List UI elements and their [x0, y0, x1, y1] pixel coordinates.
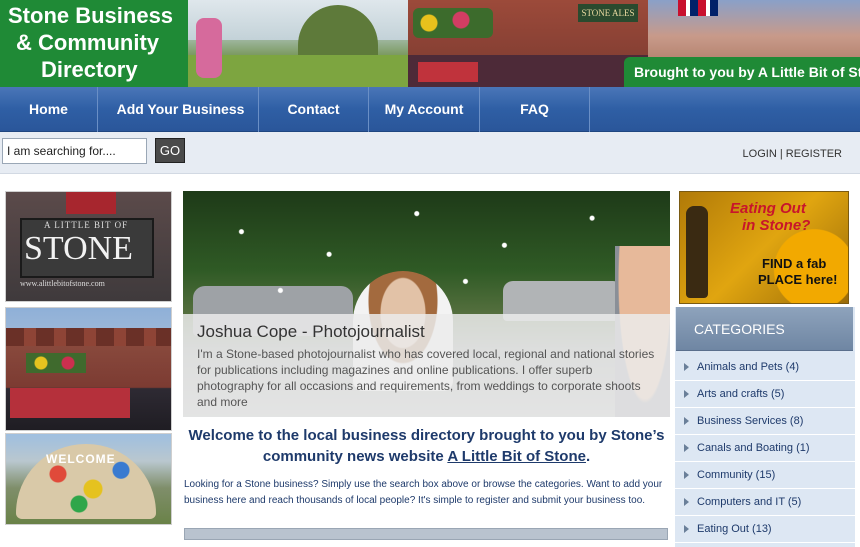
category-label: Animals and Pets (4)	[697, 361, 800, 373]
welcome-mosaic-image[interactable]: WELCOME	[5, 433, 172, 525]
ad-line-2: in Stone?	[742, 217, 811, 234]
nav-add-your-business[interactable]: Add Your Business	[103, 87, 259, 132]
category-label: Community (15)	[697, 469, 776, 481]
chevron-right-icon	[684, 417, 689, 425]
sign-url-text: www.alittlebitofstone.com	[20, 279, 105, 288]
banner-boat-panel	[418, 62, 478, 82]
eating-out-ad[interactable]: Eating Out in Stone? FIND a fab PLACE he…	[679, 191, 849, 304]
banner-tagline: Brought to you by A Little Bit of Stone	[624, 57, 860, 87]
category-item[interactable]: Arts and crafts (5)	[675, 381, 855, 408]
banner-flag	[678, 0, 718, 16]
chevron-right-icon	[684, 525, 689, 533]
logo-line-2: & Community	[16, 30, 159, 55]
banner-field	[188, 55, 418, 87]
welcome-body: Looking for a Stone business? Simply use…	[184, 479, 663, 506]
sign-red-panel	[66, 192, 116, 214]
category-item[interactable]: Computers and IT (5)	[675, 489, 855, 516]
categories-list: Animals and Pets (4) Arts and crafts (5)…	[675, 354, 855, 543]
search-input[interactable]	[2, 138, 147, 164]
banner-sign: STONE ALES	[578, 4, 638, 22]
building-roofline	[6, 328, 171, 346]
register-link[interactable]: REGISTER	[786, 148, 842, 160]
chevron-right-icon	[684, 498, 689, 506]
canal-buildings-image[interactable]	[5, 307, 172, 431]
content-panel-top	[184, 528, 668, 540]
site-header: Stone Business & Community Directory STO…	[0, 0, 860, 87]
logo-line-3: Directory	[41, 57, 138, 82]
categories-header: CATEGORIES	[676, 307, 853, 351]
chevron-right-icon	[684, 471, 689, 479]
site-logo[interactable]: Stone Business & Community Directory	[0, 0, 188, 87]
search-bar: GO LOGIN | REGISTER	[0, 132, 860, 174]
sign-big-text: STONE	[24, 230, 133, 267]
welcome-heading: Welcome to the local business directory …	[183, 425, 670, 467]
sign-small-text: A LITTLE BIT OF	[44, 220, 129, 230]
go-button[interactable]: GO	[155, 138, 185, 163]
category-item[interactable]: Animals and Pets (4)	[675, 354, 855, 381]
welcome-heading-text: Welcome to the local business directory …	[188, 427, 665, 465]
slide-title[interactable]: Joshua Cope - Photojournalist	[197, 322, 658, 342]
a-little-bit-of-stone-link[interactable]: A Little Bit of Stone	[447, 448, 586, 465]
category-label: Business Services (8)	[697, 415, 804, 427]
ad-line-4: PLACE here!	[758, 272, 838, 287]
welcome-heading-suffix: .	[585, 448, 591, 465]
category-label: Arts and crafts (5)	[697, 388, 785, 400]
ad-line-3: FIND a fab	[762, 256, 827, 271]
featured-business-slide[interactable]: Joshua Cope - Photojournalist I'm a Ston…	[183, 191, 670, 417]
login-link[interactable]: LOGIN	[743, 148, 777, 160]
category-item[interactable]: Community (15)	[675, 462, 855, 489]
nav-home[interactable]: Home	[0, 87, 98, 132]
category-item[interactable]: Canals and Boating (1)	[675, 435, 855, 462]
wine-bottle-graphic	[686, 206, 708, 298]
category-label: Canals and Boating (1)	[697, 442, 810, 454]
banner-person	[196, 18, 222, 78]
nav-faq[interactable]: FAQ	[480, 87, 590, 132]
chevron-right-icon	[684, 444, 689, 452]
categories-panel: CATEGORIES Animals and Pets (4) Arts and…	[675, 307, 855, 547]
flower-boxes	[26, 353, 86, 373]
main-nav: Home Add Your Business Contact My Accoun…	[0, 87, 860, 132]
stone-sign-image[interactable]: A LITTLE BIT OF STONE www.alittlebitofst…	[5, 191, 172, 302]
mosaic-welcome-text: WELCOME	[46, 452, 116, 466]
nav-my-account[interactable]: My Account	[369, 87, 480, 132]
red-narrowboat	[10, 388, 130, 418]
account-links: LOGIN | REGISTER	[743, 148, 842, 160]
category-label: Computers and IT (5)	[697, 496, 802, 508]
ad-line-1: Eating Out	[730, 200, 806, 217]
chevron-right-icon	[684, 390, 689, 398]
chevron-right-icon	[684, 363, 689, 371]
category-item[interactable]: Business Services (8)	[675, 408, 855, 435]
category-label: Eating Out (13)	[697, 523, 772, 535]
banner-flower-box	[413, 8, 493, 38]
slide-caption: Joshua Cope - Photojournalist I'm a Ston…	[183, 314, 670, 417]
slide-description: I'm a Stone-based photojournalist who ha…	[197, 347, 655, 409]
account-separator: |	[779, 148, 783, 160]
logo-line-1: Stone Business	[8, 3, 174, 28]
nav-contact[interactable]: Contact	[259, 87, 369, 132]
